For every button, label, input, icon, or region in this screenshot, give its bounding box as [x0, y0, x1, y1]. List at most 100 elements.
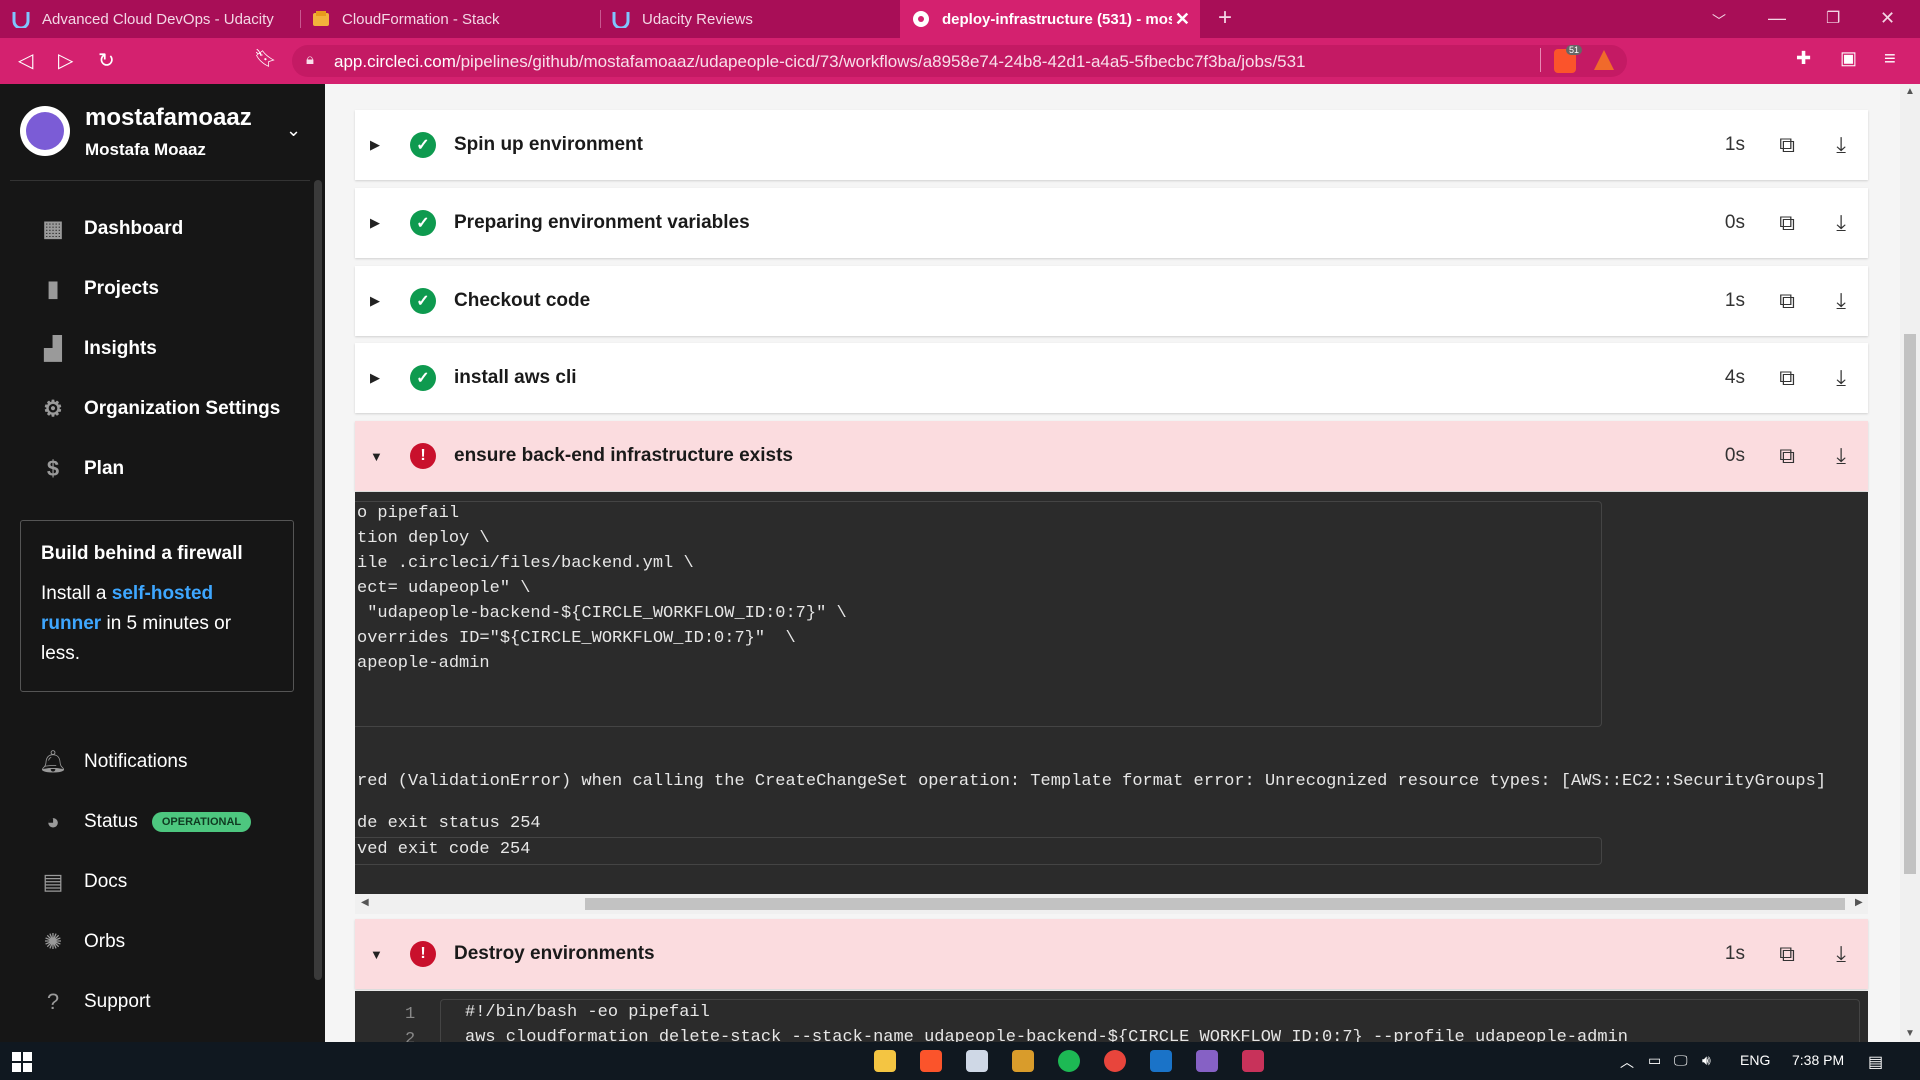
step-row-failed[interactable]: ▼ ! ensure back-end infrastructure exist…	[355, 421, 1868, 491]
caret-down-icon[interactable]: ▼	[370, 947, 410, 962]
sidebar-item-status[interactable]: ◕ Status OPERATIONAL	[40, 806, 252, 838]
language-indicator[interactable]: ENG	[1740, 1052, 1770, 1068]
sidebar-item-dashboard[interactable]: ▦ Dashboard	[40, 213, 184, 245]
error-icon: !	[410, 443, 436, 469]
clock[interactable]: 7:38 PM	[1792, 1052, 1844, 1068]
sidebar-item-notifications[interactable]: 🔔︎ Notifications	[39, 746, 187, 778]
sidebar-item-insights[interactable]: ▟ Insights	[40, 333, 157, 365]
network-icon[interactable]: 🖵︎	[1674, 1052, 1688, 1069]
caret-right-icon[interactable]: ▶	[370, 293, 410, 309]
gear-icon: ⚙	[43, 396, 63, 421]
spotify-icon[interactable]	[1058, 1050, 1080, 1072]
open-external-icon[interactable]: ⧉	[1779, 365, 1795, 391]
step-name: Preparing environment variables	[454, 212, 750, 233]
open-external-icon[interactable]: ⧉	[1779, 132, 1795, 158]
tray-chevron-icon[interactable]: ︿	[1620, 1052, 1634, 1072]
bookmark-icon[interactable]: 🔖︎	[254, 48, 277, 69]
volume-icon[interactable]: 🔊︎	[1702, 1052, 1711, 1069]
download-icon[interactable]: ⤓	[1836, 288, 1846, 314]
open-external-icon[interactable]: ⧉	[1779, 288, 1795, 314]
snipping-tool-icon[interactable]	[966, 1050, 988, 1072]
open-external-icon[interactable]: ⧉	[1779, 443, 1795, 469]
step-output-terminal: o pipefail tion deploy \ ile .circleci/f…	[355, 492, 1868, 900]
caret-down-icon[interactable]: ▼	[370, 449, 410, 464]
sidebar-item-label: Docs	[84, 871, 128, 892]
download-icon[interactable]: ⤓	[1836, 210, 1846, 236]
url-input[interactable]: 🔒︎ app.circleci.com/pipelines/github/mos…	[292, 45, 1627, 77]
windows-start-icon[interactable]	[12, 1052, 32, 1072]
tab-search-icon[interactable]: ﹀	[1712, 11, 1726, 31]
paint-app-icon[interactable]	[1242, 1050, 1264, 1072]
username: mostafamoaaz	[85, 104, 252, 131]
step-row[interactable]: ▶ ✓ Spin up environment 1s ⧉ ⤓	[355, 110, 1868, 180]
caret-right-icon[interactable]: ▶	[370, 137, 410, 153]
chevron-down-icon[interactable]: ⌄	[286, 120, 301, 141]
line-number: 2	[405, 1030, 416, 1042]
help-icon: ?	[46, 989, 60, 1014]
brave-browser-icon[interactable]	[920, 1050, 942, 1072]
avatar[interactable]	[20, 106, 70, 156]
sidebar-item-organization-settings[interactable]: ⚙ Organization Settings	[40, 393, 280, 425]
dollar-icon: $	[46, 456, 60, 481]
step-duration: 0s	[1724, 212, 1745, 233]
restore-button[interactable]: ❐	[1826, 8, 1840, 28]
step-row[interactable]: ▶ ✓ install aws cli 4s ⧉ ⤓	[355, 343, 1868, 413]
tab-circleci-job[interactable]: deploy-infrastructure (531) - most ✕	[900, 0, 1200, 38]
file-explorer-icon[interactable]	[874, 1050, 896, 1072]
wallet-icon[interactable]: ▣	[1840, 48, 1857, 69]
minimize-button[interactable]: —	[1768, 8, 1786, 29]
scroll-down-icon[interactable]: ▼	[1905, 1028, 1915, 1039]
download-icon[interactable]: ⤓	[1836, 443, 1846, 469]
promo-text: Install a	[41, 583, 112, 604]
page-scrollbar[interactable]: ▲ ▼	[1900, 84, 1920, 1042]
scroll-left-icon[interactable]: ◀	[361, 897, 369, 908]
open-external-icon[interactable]: ⧉	[1779, 941, 1795, 967]
step-name: Checkout code	[454, 290, 591, 311]
new-tab-button[interactable]: +	[1218, 4, 1232, 32]
sidebar-item-support[interactable]: ? Support	[40, 986, 151, 1018]
step-row[interactable]: ▶ ✓ Checkout code 1s ⧉ ⤓	[355, 266, 1868, 336]
close-window-button[interactable]: ✕	[1880, 8, 1895, 29]
visual-studio-icon[interactable]	[1196, 1050, 1218, 1072]
tab-udacity-course[interactable]: Advanced Cloud DevOps - Udacity	[0, 0, 300, 38]
caret-right-icon[interactable]: ▶	[370, 370, 410, 386]
menu-icon[interactable]: ≡	[1884, 48, 1896, 71]
brave-rewards-icon[interactable]	[1594, 50, 1614, 70]
sidebar-scrollbar[interactable]	[314, 180, 322, 980]
sidebar-item-docs[interactable]: ▤ Docs	[40, 866, 128, 898]
download-icon[interactable]: ⤓	[1836, 941, 1846, 967]
tab-udacity-reviews[interactable]: Udacity Reviews	[600, 0, 900, 38]
extensions-icon[interactable]: ✚	[1796, 48, 1811, 69]
sidebar-item-projects[interactable]: ▮ Projects	[40, 273, 159, 305]
step-row-failed[interactable]: ▼ ! Destroy environments 1s ⧉ ⤓	[355, 919, 1868, 989]
step-row[interactable]: ▶ ✓ Preparing environment variables 0s ⧉…	[355, 188, 1868, 258]
scrollbar-thumb[interactable]	[1904, 334, 1916, 874]
linear-app-icon[interactable]	[1150, 1050, 1172, 1072]
success-check-icon: ✓	[410, 210, 436, 236]
notification-center-icon[interactable]: ▤	[1868, 1052, 1883, 1072]
caret-right-icon[interactable]: ▶	[370, 215, 410, 231]
aws-cloudformation-icon	[313, 11, 329, 26]
battery-icon[interactable]: ▭	[1648, 1052, 1661, 1069]
horizontal-scrollbar[interactable]: ◀ ▶	[355, 894, 1868, 914]
sidebar-item-orbs[interactable]: ✺ Orbs	[40, 926, 125, 958]
error-line: red (ValidationError) when calling the C…	[357, 772, 1827, 791]
tab-cloudformation[interactable]: CloudFormation - Stack	[300, 0, 600, 38]
command-line: ect= udapeople" \	[357, 579, 531, 598]
forward-icon[interactable]: ▷	[58, 48, 73, 73]
insights-icon: ▟	[44, 336, 62, 361]
chrome-icon[interactable]	[1104, 1050, 1126, 1072]
job-steps-panel: ▶ ✓ Spin up environment 1s ⧉ ⤓ ▶ ✓ Prepa…	[325, 84, 1900, 1042]
step-duration: 4s	[1724, 367, 1745, 388]
download-icon[interactable]: ⤓	[1836, 132, 1846, 158]
sidebar-item-plan[interactable]: $ Plan	[40, 453, 124, 485]
download-icon[interactable]: ⤓	[1836, 365, 1846, 391]
close-tab-icon[interactable]: ✕	[1175, 9, 1190, 30]
scroll-up-icon[interactable]: ▲	[1905, 86, 1915, 97]
reload-icon[interactable]: ↻	[98, 48, 115, 73]
app-icon[interactable]	[1012, 1050, 1034, 1072]
scrollbar-thumb[interactable]	[585, 898, 1845, 910]
back-icon[interactable]: ◁	[18, 48, 33, 73]
scroll-right-icon[interactable]: ▶	[1855, 897, 1863, 908]
open-external-icon[interactable]: ⧉	[1779, 210, 1795, 236]
